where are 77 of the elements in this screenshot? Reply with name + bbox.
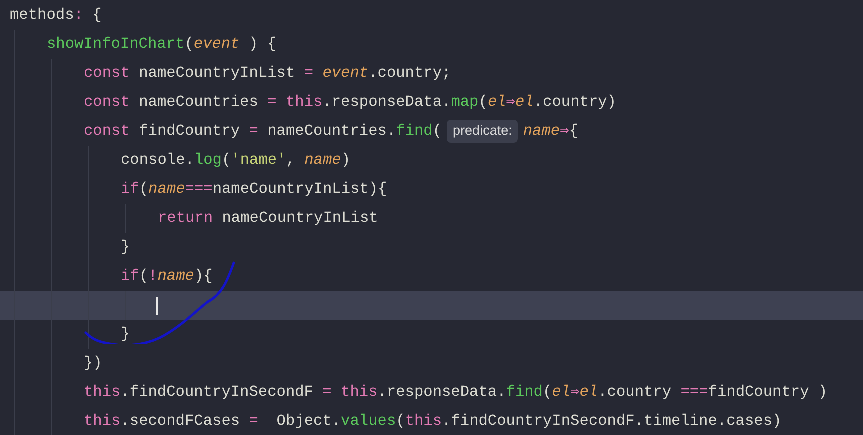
- code-token: .responseData.: [378, 382, 506, 404]
- code-token: (: [139, 179, 149, 200]
- code-token: name: [304, 150, 342, 172]
- code-token: nameCountryInList){: [212, 179, 388, 200]
- code-token: this: [286, 92, 323, 114]
- code-token: ⇒: [560, 121, 570, 142]
- code-token: find: [506, 382, 543, 404]
- code-token: this: [341, 382, 378, 404]
- code-token: =: [304, 63, 315, 84]
- code-token: =: [249, 121, 258, 142]
- code-token: (: [396, 411, 406, 432]
- code-token: .findCountryInSecondF.timeline.cases): [442, 411, 782, 432]
- code-token: .secondFCases: [120, 411, 242, 432]
- code-token: ⇒: [506, 92, 516, 114]
- code-token: ,: [286, 150, 296, 172]
- code-token: 'name': [231, 150, 286, 172]
- code-token: el: [580, 382, 598, 404]
- code-token: nameCountryInList: [138, 63, 296, 84]
- code-token: ) {: [248, 34, 277, 56]
- code-token: values: [341, 411, 396, 432]
- code-token: .responseData.: [322, 92, 452, 114]
- code-token: }: [121, 237, 130, 258]
- code-token: =: [249, 411, 258, 432]
- code-token: .findCountryInSecondF: [120, 382, 314, 404]
- code-token: const: [84, 121, 130, 142]
- code-token: {: [569, 121, 578, 142]
- code-token: (: [542, 382, 552, 404]
- code-token: showInfoInChart: [47, 34, 185, 56]
- code-token: .country: [598, 382, 673, 404]
- code-token: this: [405, 411, 442, 432]
- code-token: methods: [10, 5, 74, 26]
- code-token: const: [84, 92, 130, 114]
- code-token: this: [84, 411, 121, 432]
- code-token: ⇒: [570, 382, 580, 404]
- text-cursor: [156, 296, 158, 314]
- code-token: .country;: [368, 63, 452, 84]
- code-token: log: [194, 150, 222, 172]
- code-token: if: [121, 266, 140, 288]
- inlay-hint: predicate:: [447, 120, 518, 143]
- code-token: name: [158, 266, 194, 288]
- code-token: :: [74, 5, 84, 26]
- code-token: =: [268, 92, 278, 114]
- code-token: }): [84, 353, 102, 374]
- code-token: event: [322, 63, 369, 84]
- code-token: (: [478, 92, 488, 114]
- code-token: (: [139, 266, 149, 288]
- code-token: ): [341, 150, 351, 172]
- code-token: return: [158, 208, 214, 230]
- code-token: =: [322, 382, 333, 404]
- code-token: !: [148, 266, 158, 288]
- code-token: nameCountryInList: [221, 208, 378, 230]
- code-token: find: [396, 121, 433, 142]
- code-token: const: [84, 63, 130, 84]
- code-token: findCountry: [138, 121, 242, 142]
- code-token: name: [523, 121, 560, 142]
- code-token: nameCountries: [138, 92, 260, 114]
- code-token: findCountry ): [708, 382, 828, 404]
- code-token: ===: [185, 179, 213, 200]
- code-token: .country): [534, 92, 616, 114]
- code-token: {: [92, 5, 102, 26]
- code-token: this: [84, 382, 121, 404]
- code-token: nameCountries.: [266, 121, 396, 142]
- code-token: }: [121, 324, 130, 346]
- code-token: console.: [121, 150, 194, 172]
- code-token: Object.: [276, 411, 342, 432]
- code-token: el: [488, 92, 506, 114]
- code-token: map: [451, 92, 479, 114]
- code-token: (: [222, 150, 232, 172]
- code-token: ===: [680, 382, 708, 404]
- code-token: event: [194, 34, 240, 56]
- code-token: el: [516, 92, 534, 114]
- code-token: name: [148, 179, 186, 200]
- code-token: (: [432, 121, 442, 142]
- code-token: if: [121, 179, 140, 200]
- code-token: el: [552, 382, 571, 404]
- code-token: ){: [194, 266, 213, 288]
- code-token: (: [184, 34, 194, 56]
